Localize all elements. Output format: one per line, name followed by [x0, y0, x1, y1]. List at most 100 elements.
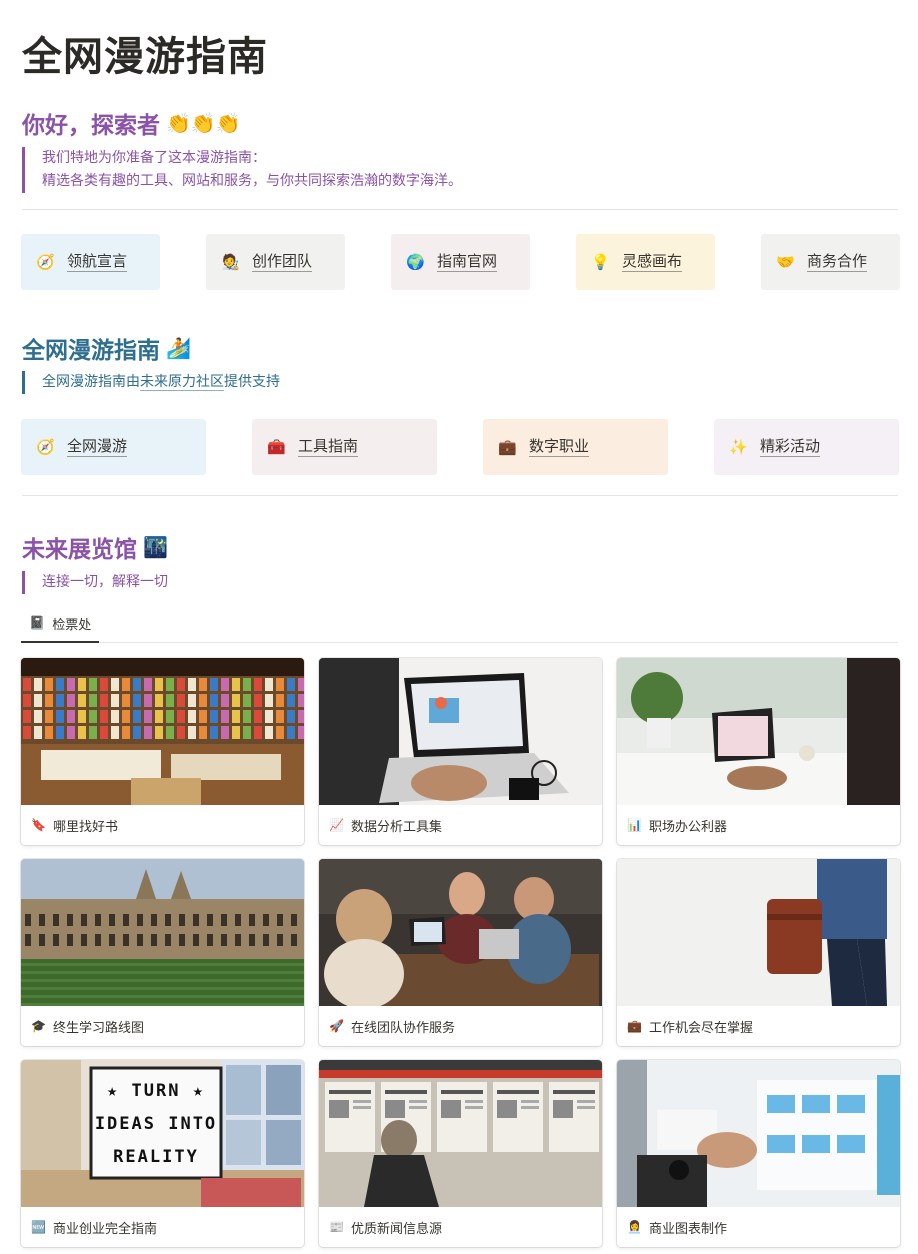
card-caption: 👩‍💼 商业图表制作 — [617, 1207, 900, 1247]
nav-button-label: 创作团队 — [252, 252, 313, 272]
gallery-card[interactable]: 💼 工作机会尽在掌握 — [617, 859, 900, 1046]
section2-heading-text: 全网漫游指南 — [22, 338, 160, 364]
section3-heading: 未来展览馆 🌃 — [22, 530, 168, 564]
gallery-card[interactable]: ★ TURN ★ IDEAS INTO REALITY 🆕 商业创业完全指南 — [21, 1060, 304, 1247]
nav-button-label: 全网漫游 — [67, 437, 128, 457]
nav-button[interactable]: 💼 数字职业 — [483, 419, 668, 475]
card-cover-image — [319, 658, 602, 805]
nav-button-icon: 🧭 — [36, 253, 55, 271]
card-page-icon: 🆕 — [31, 1220, 46, 1234]
section2-heading: 全网漫游指南 🏄 — [22, 331, 191, 365]
night-city-icon: 🌃 — [143, 535, 168, 559]
nav-button[interactable]: 💡 灵感画布 — [576, 234, 715, 290]
nav-button-label: 灵感画布 — [622, 252, 683, 272]
card-cover-image — [319, 1060, 602, 1207]
section3-quote: 连接一切，解释一切 — [22, 571, 168, 594]
section2-quote: 全网漫游指南由未来原力社区提供支持 — [22, 371, 280, 394]
lightbox-sign-line: IDEAS INTO — [94, 1113, 218, 1134]
card-title: 商业创业完全指南 — [53, 1221, 158, 1237]
section2-quote-pre: 全网漫游指南由 — [42, 374, 140, 390]
card-caption: 📰 优质新闻信息源 — [319, 1207, 602, 1247]
card-cover-image: ★ TURN ★ IDEAS INTO REALITY — [21, 1060, 304, 1207]
card-page-icon: 📰 — [329, 1220, 344, 1234]
gallery-card[interactable]: 📊 职场办公利器 — [617, 658, 900, 845]
nav-button[interactable]: 🧭 领航宣言 — [21, 234, 160, 290]
divider — [22, 495, 898, 496]
intro-quote: 我们特地为你准备了这本漫游指南： 精选各类有趣的工具、网站和服务，与你共同探索浩… — [22, 147, 462, 193]
card-cover-image — [617, 859, 900, 1006]
intro-quote-line2: 精选各类有趣的工具、网站和服务，与你共同探索浩瀚的数字海洋。 — [42, 173, 462, 189]
nav-button-label: 精彩活动 — [760, 437, 821, 457]
card-title: 优质新闻信息源 — [351, 1221, 443, 1237]
divider — [22, 209, 898, 210]
section3-heading-text: 未来展览馆 — [22, 537, 137, 563]
card-title: 终生学习路线图 — [53, 1020, 145, 1036]
community-link[interactable]: 未来原力社区 — [140, 374, 224, 391]
intro-heading-text: 你好，探索者 — [22, 113, 160, 139]
nav-button[interactable]: 🌍 指南官网 — [391, 234, 530, 290]
card-cover-image — [21, 859, 304, 1006]
nav-button-label: 领航宣言 — [67, 252, 128, 272]
nav-button[interactable]: 🤝 商务合作 — [761, 234, 900, 290]
lightbox-sign-line: ★ TURN ★ — [107, 1080, 205, 1101]
lightbox-sign-line: REALITY — [113, 1147, 199, 1168]
card-page-icon: 🔖 — [31, 818, 46, 832]
card-caption: 🎓 终生学习路线图 — [21, 1006, 304, 1046]
nav-button-icon: 🤝 — [776, 253, 795, 271]
nav-button-label: 商务合作 — [807, 252, 868, 272]
card-page-icon: 💼 — [627, 1019, 642, 1033]
nav-button-icon: 🌍 — [406, 253, 425, 271]
clapping-hands-icon: 👏👏👏 — [166, 111, 241, 135]
nav-row-secondary: 🧭 全网漫游 🧰 工具指南 💼 数字职业 ✨ 精彩活动 — [21, 419, 899, 475]
card-cover-image — [617, 658, 900, 805]
nav-button[interactable]: 🧰 工具指南 — [252, 419, 437, 475]
card-caption: 💼 工作机会尽在掌握 — [617, 1006, 900, 1046]
page-title: 全网漫游指南 — [22, 34, 268, 80]
nav-button-icon: 🧰 — [267, 438, 286, 456]
card-caption: 🆕 商业创业完全指南 — [21, 1207, 304, 1247]
notebook-icon: 📓 — [29, 616, 46, 631]
nav-button-icon: 🧑‍🎨 — [221, 253, 240, 271]
card-page-icon: 🚀 — [329, 1019, 344, 1033]
gallery-grid: 🔖 哪里找好书 📈 数据分析工具集 📊 职场办公利器 🎓 终生学习路线图 🚀 在线团队协作服务 💼 工… — [21, 658, 900, 1247]
section3-quote-text: 连接一切，解释一切 — [42, 574, 168, 590]
gallery-card[interactable]: 📈 数据分析工具集 — [319, 658, 602, 845]
card-title: 哪里找好书 — [53, 819, 119, 835]
nav-row-primary: 🧭 领航宣言 🧑‍🎨 创作团队 🌍 指南官网 💡 灵感画布 🤝 商务合作 — [21, 234, 900, 290]
card-title: 职场办公利器 — [649, 819, 728, 835]
surfer-icon: 🏄 — [166, 336, 191, 360]
tab-label: 检票处 — [52, 618, 92, 633]
intro-heading: 你好，探索者 👏👏👏 — [22, 106, 241, 140]
card-page-icon: 🎓 — [31, 1019, 46, 1033]
tab-ticket-office[interactable]: 📓 检票处 — [21, 606, 100, 643]
card-caption: 🚀 在线团队协作服务 — [319, 1006, 602, 1046]
intro-quote-line1: 我们特地为你准备了这本漫游指南： — [42, 150, 266, 166]
gallery-tabbar: 📓 检票处 — [21, 606, 898, 643]
gallery-card[interactable]: 🎓 终生学习路线图 — [21, 859, 304, 1046]
nav-button-icon: 🧭 — [36, 438, 55, 456]
card-caption: 📊 职场办公利器 — [617, 805, 900, 845]
gallery-card[interactable]: 👩‍💼 商业图表制作 — [617, 1060, 900, 1247]
gallery-card[interactable]: 🔖 哪里找好书 — [21, 658, 304, 845]
lightbox-sign: ★ TURN ★ IDEAS INTO REALITY — [94, 1074, 218, 1174]
card-caption: 🔖 哪里找好书 — [21, 805, 304, 845]
nav-button-icon: 💡 — [591, 253, 610, 271]
nav-button-icon: 💼 — [498, 438, 517, 456]
card-page-icon: 📊 — [627, 818, 642, 832]
nav-button-label: 工具指南 — [298, 437, 359, 457]
section2-quote-post: 提供支持 — [224, 374, 280, 390]
card-page-icon: 📈 — [329, 818, 344, 832]
card-title: 商业图表制作 — [649, 1221, 728, 1237]
card-title: 在线团队协作服务 — [351, 1020, 456, 1036]
nav-button[interactable]: 🧭 全网漫游 — [21, 419, 206, 475]
gallery-card[interactable]: 🚀 在线团队协作服务 — [319, 859, 602, 1046]
gallery-card[interactable]: 📰 优质新闻信息源 — [319, 1060, 602, 1247]
nav-button-icon: ✨ — [729, 438, 748, 456]
nav-button[interactable]: ✨ 精彩活动 — [714, 419, 899, 475]
card-cover-image — [21, 658, 304, 805]
card-caption: 📈 数据分析工具集 — [319, 805, 602, 845]
nav-button[interactable]: 🧑‍🎨 创作团队 — [206, 234, 345, 290]
card-cover-image — [319, 859, 602, 1006]
card-cover-image — [617, 1060, 900, 1207]
card-page-icon: 👩‍💼 — [627, 1220, 642, 1234]
